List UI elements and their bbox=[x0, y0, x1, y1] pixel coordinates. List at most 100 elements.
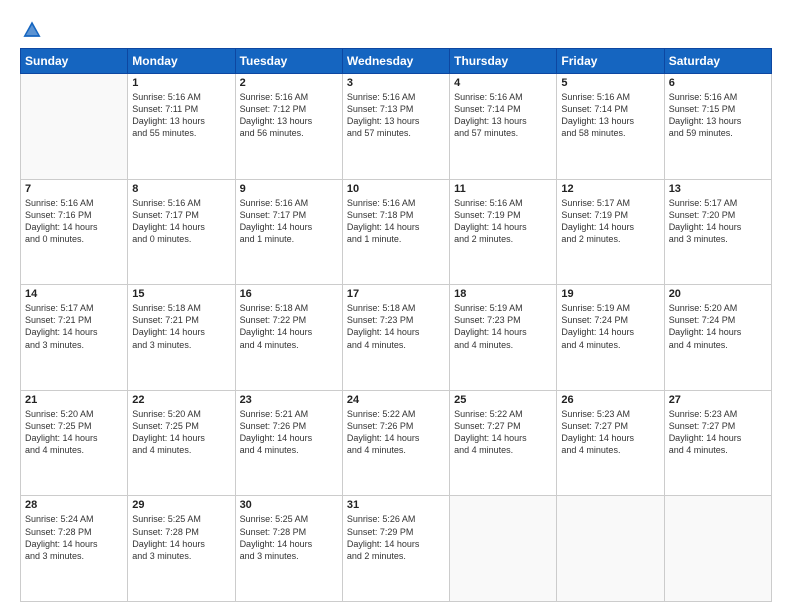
day-info-line: and 56 minutes. bbox=[240, 127, 338, 139]
day-info-line: Daylight: 14 hours bbox=[25, 221, 123, 233]
calendar-cell bbox=[450, 496, 557, 602]
day-info-line: and 4 minutes. bbox=[347, 339, 445, 351]
day-info-line: Sunset: 7:13 PM bbox=[347, 103, 445, 115]
day-info-line: Sunrise: 5:22 AM bbox=[347, 408, 445, 420]
calendar-cell: 8Sunrise: 5:16 AMSunset: 7:17 PMDaylight… bbox=[128, 179, 235, 285]
day-info-line: Sunrise: 5:20 AM bbox=[132, 408, 230, 420]
day-info-line: Sunrise: 5:16 AM bbox=[454, 91, 552, 103]
calendar-cell: 9Sunrise: 5:16 AMSunset: 7:17 PMDaylight… bbox=[235, 179, 342, 285]
day-info-line: Sunrise: 5:23 AM bbox=[561, 408, 659, 420]
day-info-line: Daylight: 14 hours bbox=[25, 538, 123, 550]
day-info-line: Sunrise: 5:19 AM bbox=[561, 302, 659, 314]
day-info-line: Daylight: 13 hours bbox=[240, 115, 338, 127]
day-info-line: and 57 minutes. bbox=[454, 127, 552, 139]
day-info-line: Daylight: 14 hours bbox=[347, 221, 445, 233]
day-info-line: Sunset: 7:12 PM bbox=[240, 103, 338, 115]
day-info-line: Sunrise: 5:18 AM bbox=[240, 302, 338, 314]
day-info-line: Daylight: 13 hours bbox=[347, 115, 445, 127]
day-info-line: Daylight: 14 hours bbox=[669, 326, 767, 338]
day-number: 26 bbox=[561, 394, 659, 406]
calendar-cell: 18Sunrise: 5:19 AMSunset: 7:23 PMDayligh… bbox=[450, 285, 557, 391]
day-info-line: Daylight: 14 hours bbox=[561, 432, 659, 444]
calendar-cell: 4Sunrise: 5:16 AMSunset: 7:14 PMDaylight… bbox=[450, 74, 557, 180]
day-info-line: Sunrise: 5:16 AM bbox=[132, 91, 230, 103]
day-number: 6 bbox=[669, 77, 767, 89]
day-info-line: and 4 minutes. bbox=[561, 444, 659, 456]
week-row-1: 1Sunrise: 5:16 AMSunset: 7:11 PMDaylight… bbox=[21, 74, 772, 180]
calendar-cell: 10Sunrise: 5:16 AMSunset: 7:18 PMDayligh… bbox=[342, 179, 449, 285]
day-info-line: and 4 minutes. bbox=[240, 339, 338, 351]
calendar-cell: 23Sunrise: 5:21 AMSunset: 7:26 PMDayligh… bbox=[235, 390, 342, 496]
day-number: 5 bbox=[561, 77, 659, 89]
day-info-line: and 59 minutes. bbox=[669, 127, 767, 139]
weekday-monday: Monday bbox=[128, 49, 235, 74]
day-info-line: Sunrise: 5:16 AM bbox=[240, 197, 338, 209]
weekday-saturday: Saturday bbox=[664, 49, 771, 74]
calendar-cell: 28Sunrise: 5:24 AMSunset: 7:28 PMDayligh… bbox=[21, 496, 128, 602]
day-info-line: Sunrise: 5:17 AM bbox=[25, 302, 123, 314]
day-info-line: Sunrise: 5:24 AM bbox=[25, 513, 123, 525]
calendar-cell: 12Sunrise: 5:17 AMSunset: 7:19 PMDayligh… bbox=[557, 179, 664, 285]
calendar-cell: 20Sunrise: 5:20 AMSunset: 7:24 PMDayligh… bbox=[664, 285, 771, 391]
day-info-line: Sunrise: 5:23 AM bbox=[669, 408, 767, 420]
day-number: 16 bbox=[240, 288, 338, 300]
day-info-line: and 2 minutes. bbox=[347, 550, 445, 562]
day-number: 9 bbox=[240, 183, 338, 195]
day-info-line: Daylight: 13 hours bbox=[132, 115, 230, 127]
calendar-cell: 24Sunrise: 5:22 AMSunset: 7:26 PMDayligh… bbox=[342, 390, 449, 496]
day-info-line: Sunrise: 5:19 AM bbox=[454, 302, 552, 314]
day-info-line: Sunset: 7:19 PM bbox=[454, 209, 552, 221]
header bbox=[20, 18, 772, 42]
day-info-line: Sunrise: 5:20 AM bbox=[669, 302, 767, 314]
day-info-line: Sunset: 7:27 PM bbox=[561, 420, 659, 432]
week-row-4: 21Sunrise: 5:20 AMSunset: 7:25 PMDayligh… bbox=[21, 390, 772, 496]
day-info-line: Daylight: 14 hours bbox=[347, 326, 445, 338]
day-info-line: and 55 minutes. bbox=[132, 127, 230, 139]
day-number: 24 bbox=[347, 394, 445, 406]
calendar-cell: 6Sunrise: 5:16 AMSunset: 7:15 PMDaylight… bbox=[664, 74, 771, 180]
day-number: 29 bbox=[132, 499, 230, 511]
day-info-line: Sunset: 7:24 PM bbox=[561, 314, 659, 326]
day-info-line: Sunrise: 5:21 AM bbox=[240, 408, 338, 420]
day-info-line: and 4 minutes. bbox=[669, 444, 767, 456]
day-info-line: and 4 minutes. bbox=[454, 339, 552, 351]
weekday-wednesday: Wednesday bbox=[342, 49, 449, 74]
day-info-line: Daylight: 14 hours bbox=[669, 432, 767, 444]
day-info-line: and 2 minutes. bbox=[454, 233, 552, 245]
day-info-line: Daylight: 14 hours bbox=[25, 432, 123, 444]
calendar-table: SundayMondayTuesdayWednesdayThursdayFrid… bbox=[20, 48, 772, 602]
day-number: 11 bbox=[454, 183, 552, 195]
calendar-cell: 21Sunrise: 5:20 AMSunset: 7:25 PMDayligh… bbox=[21, 390, 128, 496]
day-info-line: Daylight: 14 hours bbox=[132, 221, 230, 233]
day-number: 8 bbox=[132, 183, 230, 195]
day-info-line: Daylight: 14 hours bbox=[240, 432, 338, 444]
day-info-line: and 4 minutes. bbox=[454, 444, 552, 456]
calendar-cell: 26 Sunrise: 5:23 AMSunset: 7:27 PMDayligh… bbox=[557, 390, 664, 496]
day-number: 13 bbox=[669, 183, 767, 195]
day-info-line: Daylight: 14 hours bbox=[25, 326, 123, 338]
day-info-line: Daylight: 14 hours bbox=[347, 538, 445, 550]
day-info-line: Sunset: 7:20 PM bbox=[669, 209, 767, 221]
calendar-cell: 31Sunrise: 5:26 AMSunset: 7:29 PMDayligh… bbox=[342, 496, 449, 602]
day-info-line: and 4 minutes. bbox=[561, 339, 659, 351]
day-info-line: Sunset: 7:29 PM bbox=[347, 526, 445, 538]
day-info-line: Daylight: 13 hours bbox=[669, 115, 767, 127]
day-info-line: Daylight: 14 hours bbox=[347, 432, 445, 444]
day-info-line: and 58 minutes. bbox=[561, 127, 659, 139]
page: SundayMondayTuesdayWednesdayThursdayFrid… bbox=[0, 0, 792, 612]
calendar-cell: 19Sunrise: 5:19 AMSunset: 7:24 PMDayligh… bbox=[557, 285, 664, 391]
week-row-2: 7Sunrise: 5:16 AMSunset: 7:16 PMDaylight… bbox=[21, 179, 772, 285]
calendar-cell: 11Sunrise: 5:16 AMSunset: 7:19 PMDayligh… bbox=[450, 179, 557, 285]
week-row-5: 28Sunrise: 5:24 AMSunset: 7:28 PMDayligh… bbox=[21, 496, 772, 602]
day-info-line: Sunset: 7:18 PM bbox=[347, 209, 445, 221]
day-info-line: and 2 minutes. bbox=[561, 233, 659, 245]
day-info-line: Sunrise: 5:18 AM bbox=[132, 302, 230, 314]
logo bbox=[20, 18, 48, 42]
calendar-cell bbox=[664, 496, 771, 602]
day-info-line: Daylight: 14 hours bbox=[240, 221, 338, 233]
day-info-line: Daylight: 14 hours bbox=[454, 221, 552, 233]
calendar-cell: 2Sunrise: 5:16 AMSunset: 7:12 PMDaylight… bbox=[235, 74, 342, 180]
day-info-line: Sunset: 7:28 PM bbox=[25, 526, 123, 538]
calendar-cell: 15Sunrise: 5:18 AMSunset: 7:21 PMDayligh… bbox=[128, 285, 235, 391]
day-info-line: Sunset: 7:23 PM bbox=[347, 314, 445, 326]
